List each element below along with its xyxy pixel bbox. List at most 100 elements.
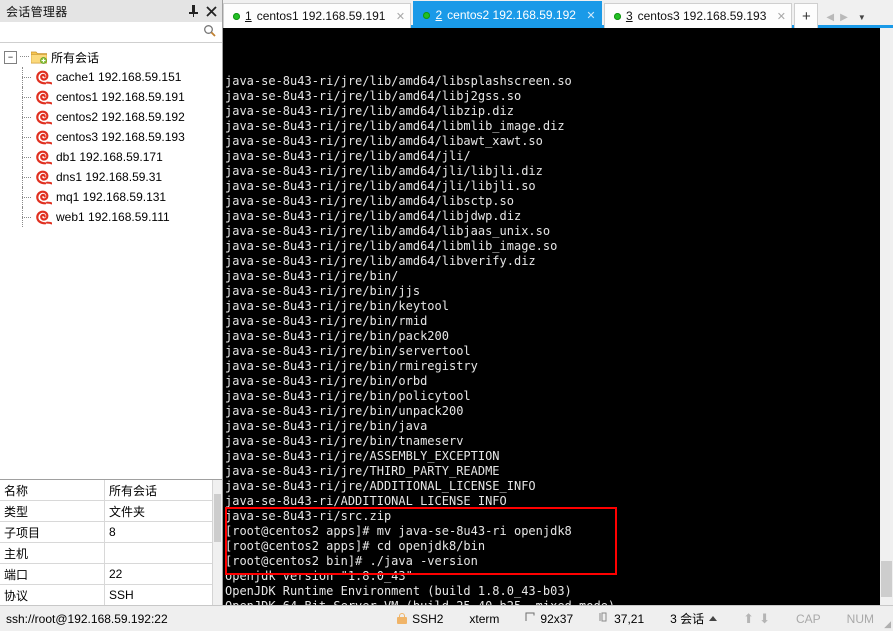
terminal-line: java-se-8u43-ri/jre/bin/unpack200 <box>225 404 464 418</box>
terminal-container: java-se-8u43-ri/jre/lib/amd64/libsplashs… <box>223 28 893 605</box>
pin-icon[interactable] <box>184 2 202 20</box>
new-tab-button[interactable]: + <box>794 3 819 28</box>
caret-up-icon[interactable] <box>709 616 718 621</box>
session-properties-grid: 名称 所有会话 类型 文件夹 子项目 8 主机 端口 22 协议 SSH <box>0 479 222 605</box>
properties-scrollbar-thumb[interactable] <box>214 494 221 542</box>
session-manager-panel: 会话管理器 − 所有会话 cache1 192.168.59.151 cento… <box>0 0 223 605</box>
tree-guide-line <box>22 187 36 207</box>
status-protocol[interactable]: SSH2 <box>384 612 456 626</box>
tab-label: centos1 192.168.59.191 <box>256 9 386 23</box>
terminal-line: java-se-8u43-ri/jre/lib/amd64/jli/libjli… <box>225 164 543 178</box>
property-value <box>105 543 222 563</box>
session-tree-item-label: web1 192.168.59.111 <box>56 210 170 224</box>
terminal-line: java-se-8u43-ri/jre/lib/amd64/libjaas_un… <box>225 224 551 238</box>
session-tree-item-label: centos2 192.168.59.192 <box>56 110 185 124</box>
session-icon <box>36 210 53 225</box>
property-row: 类型 文件夹 <box>0 501 222 522</box>
status-terminal-type[interactable]: xterm <box>456 612 512 626</box>
session-tree-item[interactable]: centos2 192.168.59.192 <box>0 107 222 127</box>
terminal-scrollbar[interactable] <box>879 28 893 605</box>
expander-icon[interactable]: − <box>4 50 17 64</box>
property-key: 子项目 <box>0 522 105 542</box>
tab-list: 1 centos1 192.168.59.191 ✕ 2 centos2 192.168… <box>223 1 794 28</box>
terminal-output[interactable]: java-se-8u43-ri/jre/lib/amd64/libsplashs… <box>223 28 879 605</box>
status-bar: ssh://root@192.168.59.192:22 SSH2 xterm … <box>0 605 893 631</box>
property-value: 8 <box>109 525 116 539</box>
terminal-line: java-se-8u43-ri/jre/lib/amd64/libjdwp.di… <box>225 209 522 223</box>
close-icon[interactable]: ✕ <box>775 10 787 23</box>
tab-number: 1 <box>245 9 252 23</box>
property-row: 协议 SSH <box>0 585 222 605</box>
terminal-pane: 1 centos1 192.168.59.191 ✕ 2 centos2 192.168… <box>223 0 893 605</box>
terminal-line: openjdk version "1.8.0_43" <box>225 569 413 583</box>
property-key: 协议 <box>0 585 105 605</box>
folder-icon <box>30 50 48 64</box>
session-tree-item[interactable]: dns1 192.168.59.31 <box>0 167 222 187</box>
terminal-line: java-se-8u43-ri/jre/bin/rmid <box>225 314 428 328</box>
session-icon <box>36 190 53 205</box>
chevron-left-icon[interactable]: ◀ <box>826 12 834 23</box>
property-value: 所有会话 <box>109 483 158 498</box>
tab-centos3[interactable]: 3 centos3 192.168.59.193 ✕ <box>603 3 793 28</box>
terminal-line: java-se-8u43-ri/jre/lib/amd64/libverify.… <box>225 254 536 268</box>
session-icon <box>36 130 53 145</box>
tree-guide-line <box>20 56 29 58</box>
session-tree[interactable]: − 所有会话 cache1 192.168.59.151 centos1 192.… <box>0 43 222 479</box>
session-tree-item[interactable]: db1 192.168.59.171 <box>0 147 222 167</box>
resize-icon <box>525 612 535 625</box>
terminal-line: java-se-8u43-ri/src.zip <box>225 509 392 523</box>
main-area: 会话管理器 − 所有会话 cache1 192.168.59.151 cento… <box>0 0 893 605</box>
tree-children: cache1 192.168.59.151 centos1 192.168.59.… <box>0 67 222 227</box>
session-tree-item[interactable]: centos1 192.168.59.191 <box>0 87 222 107</box>
close-icon[interactable] <box>202 2 220 20</box>
terminal-line: java-se-8u43-ri/jre/lib/amd64/libsplashs… <box>225 74 572 88</box>
session-tree-item[interactable]: mq1 192.168.59.131 <box>0 187 222 207</box>
close-icon[interactable]: ✕ <box>394 10 406 23</box>
session-icon <box>36 170 53 185</box>
close-icon[interactable]: ✕ <box>585 9 597 22</box>
terminal-line: java-se-8u43-ri/jre/bin/ <box>225 269 399 283</box>
terminal-line: OpenJDK 64-Bit Server VM (build 25.40-b2… <box>225 599 879 605</box>
terminal-line: java-se-8u43-ri/jre/lib/amd64/libj2gss.s… <box>225 89 522 103</box>
terminal-line: java-se-8u43-ri/jre/lib/amd64/libzip.diz <box>225 104 514 118</box>
property-row: 子项目 8 <box>0 522 222 543</box>
status-cursor-label: 37,21 <box>614 611 645 626</box>
connection-status-icon <box>423 11 431 19</box>
properties-scrollbar[interactable] <box>212 480 222 605</box>
tree-guide-line <box>22 167 36 187</box>
resize-grip-icon[interactable]: ◢ <box>884 619 891 630</box>
arrow-down-icon: ⬇ <box>759 610 770 626</box>
tab-number: 2 <box>435 8 443 22</box>
session-search-bar[interactable] <box>0 22 222 43</box>
terminal-line: OpenJDK Runtime Environment (build 1.8.0… <box>225 584 572 598</box>
property-row: 名称 所有会话 <box>0 480 222 501</box>
chevron-down-icon[interactable]: ▼ <box>858 13 866 22</box>
session-icon <box>36 150 53 165</box>
status-session-count[interactable]: 3 会话 <box>657 610 730 627</box>
terminal-scrollbar-thumb[interactable] <box>881 561 892 597</box>
terminal-line: java-se-8u43-ri/jre/lib/amd64/jli/ <box>225 149 471 163</box>
tree-guide-line <box>22 107 36 127</box>
terminal-line: java-se-8u43-ri/jre/THIRD_PARTY_README <box>225 464 500 478</box>
tab-centos2[interactable]: 2 centos2 192.168.59.192 ✕ <box>413 1 602 28</box>
tab-label: centos3 192.168.59.193 <box>637 9 767 23</box>
lock-icon <box>397 613 408 624</box>
session-tree-item[interactable]: web1 192.168.59.111 <box>0 207 222 227</box>
session-tree-item-label: mq1 192.168.59.131 <box>56 190 167 204</box>
session-tree-item[interactable]: cache1 192.168.59.151 <box>0 67 222 87</box>
status-num-lock: NUM <box>846 611 874 626</box>
tab-centos1[interactable]: 1 centos1 192.168.59.191 ✕ <box>223 3 412 28</box>
session-tree-item-label: db1 192.168.59.171 <box>56 150 163 164</box>
terminal-line: [root@centos2 apps]# mv java-se-8u43-ri … <box>225 524 572 538</box>
property-key: 名称 <box>0 480 105 500</box>
property-key: 类型 <box>0 501 105 521</box>
terminal-line: java-se-8u43-ri/jre/lib/amd64/libmlib_im… <box>225 239 558 253</box>
session-tree-item-label: centos3 192.168.59.193 <box>56 130 185 144</box>
tree-root-all-sessions[interactable]: − 所有会话 <box>0 47 222 67</box>
session-tree-item[interactable]: centos3 192.168.59.193 <box>0 127 222 147</box>
terminal-line: java-se-8u43-ri/ADDITIONAL_LICENSE_INFO <box>225 494 507 508</box>
tree-guide-line <box>22 127 36 147</box>
connection-status-icon <box>233 12 240 20</box>
chevron-right-icon[interactable]: ▶ <box>840 12 848 23</box>
search-icon[interactable] <box>203 24 216 40</box>
